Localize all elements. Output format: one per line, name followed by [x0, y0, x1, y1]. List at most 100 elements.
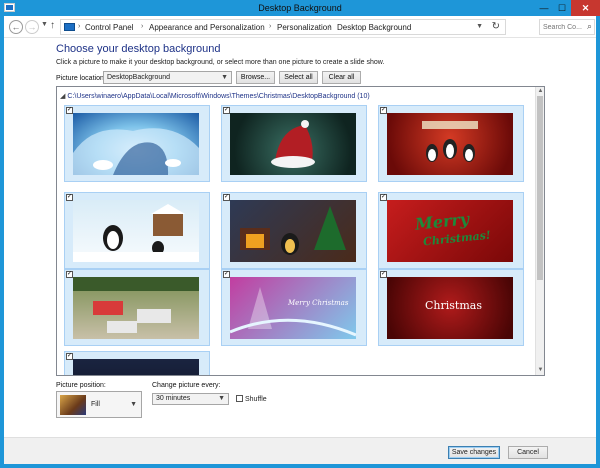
folder-group-header[interactable]: ◢ C:\Users\winaero\AppData\Local\Microsof… [60, 92, 370, 100]
wallpaper-thumbnail-tux-fireplace [230, 200, 356, 262]
tile-checkbox[interactable]: ✓ [380, 107, 387, 114]
search-icon[interactable]: ⌕ [587, 21, 592, 32]
recent-locations-chevron-icon[interactable]: ▼ [41, 21, 48, 28]
picture-location-value: DesktopBackground [107, 74, 171, 81]
wallpaper-thumbnail-tux-ice-cave [73, 113, 199, 175]
checkbox-box[interactable] [236, 395, 243, 402]
wallpaper-gallery[interactable]: ◢ C:\Users\winaero\AppData\Local\Microsof… [56, 86, 545, 376]
forward-arrow-icon[interactable]: → [25, 20, 39, 34]
breadcrumb-personalization[interactable]: Personalization [277, 23, 332, 32]
picture-position-dropdown[interactable]: Fill ▼ [56, 391, 142, 418]
wallpaper-thumbnail-merry-christmas-pink: Merry Christmas [230, 277, 356, 339]
wallpaper-thumbnail-partial [73, 359, 199, 375]
office-party-illustration [73, 277, 199, 333]
select-all-button[interactable]: Select all [279, 71, 318, 84]
change-interval-dropdown[interactable]: 30 minutes ▼ [152, 393, 229, 405]
tile-checkbox[interactable]: ✓ [223, 107, 230, 114]
wallpaper-tile[interactable]: ✓ [221, 105, 367, 182]
breadcrumb-desktop-background[interactable]: Desktop Background [337, 23, 411, 32]
address-bar[interactable]: › Control Panel › Appearance and Persona… [60, 19, 506, 35]
breadcrumb-separator[interactable]: › [269, 23, 271, 30]
wallpaper-tile[interactable]: ✓ [64, 192, 210, 269]
tile-checkbox[interactable]: ✓ [223, 194, 230, 201]
wallpaper-thumbnail-tux-office-party [73, 277, 199, 339]
tile-checkbox[interactable]: ✓ [66, 107, 73, 114]
folder-path: C:\Users\winaero\AppData\Local\Microsoft… [67, 93, 370, 100]
picture-position-label: Picture position: [56, 382, 106, 389]
breadcrumb-appearance[interactable]: Appearance and Personalization [149, 23, 265, 32]
chevron-down-icon: ▼ [130, 401, 137, 408]
up-arrow-icon[interactable]: ↑ [50, 20, 55, 31]
picture-location-label: Picture location: [56, 75, 106, 82]
wallpaper-thumbnail-santa-hat [230, 113, 356, 175]
chevron-down-icon: ▼ [221, 74, 228, 81]
scrollbar-thumb[interactable] [537, 96, 543, 280]
chevron-down-icon: ▼ [218, 395, 225, 402]
shuffle-label: Shuffle [245, 396, 267, 403]
penguins-illustration [422, 121, 478, 162]
browse-button[interactable]: Browse... [236, 71, 275, 84]
wallpaper-thumbnail-tux-snowman [73, 200, 199, 262]
wallpaper-tile[interactable]: ✓ [64, 105, 210, 182]
search-input[interactable] [543, 22, 583, 33]
wallpaper-tile[interactable]: ✓ [64, 269, 210, 346]
breadcrumb-separator[interactable]: › [329, 23, 331, 30]
wallpaper-tile[interactable]: ✓ [64, 351, 210, 375]
window-frame-bottom [0, 464, 600, 468]
merry-christmas-text: Merry Christmas [288, 299, 349, 307]
merry-text: Merry [414, 209, 470, 234]
tile-checkbox[interactable]: ✓ [380, 194, 387, 201]
tile-checkbox[interactable]: ✓ [380, 271, 387, 278]
change-picture-label: Change picture every: [152, 382, 221, 389]
wallpaper-thumbnail-penguins-red [387, 113, 513, 175]
page-title: Choose your desktop background [56, 43, 221, 55]
tile-checkbox[interactable]: ✓ [66, 353, 73, 360]
clear-all-button[interactable]: Clear all [322, 71, 361, 84]
christmas-title-text: Christmas [425, 299, 482, 312]
save-changes-button[interactable]: Save changes [448, 446, 500, 459]
picture-position-value: Fill [91, 401, 100, 408]
tile-checkbox[interactable]: ✓ [66, 271, 73, 278]
picture-location-dropdown[interactable]: DesktopBackground ▼ [103, 71, 232, 84]
control-panel-icon [64, 23, 75, 31]
window-title: Desktop Background [258, 3, 342, 13]
position-preview-image [60, 395, 86, 415]
wallpaper-tile[interactable]: ✓ [378, 105, 524, 182]
search-box[interactable]: ⌕ [539, 19, 595, 35]
tile-checkbox[interactable]: ✓ [223, 271, 230, 278]
breadcrumb-separator[interactable]: › [78, 23, 80, 30]
fireplace-illustration [240, 206, 346, 255]
window-frame-left [0, 16, 4, 468]
breadcrumb-separator[interactable]: › [141, 23, 143, 30]
wallpaper-thumbnail-christmas-dark-red: Christmas [387, 277, 513, 339]
scroll-down-icon[interactable]: ▼ [536, 366, 544, 375]
tile-checkbox[interactable]: ✓ [66, 194, 73, 201]
collapse-triangle-icon[interactable]: ◢ [60, 93, 65, 100]
instruction-text: Click a picture to make it your desktop … [56, 59, 385, 66]
ice-cave-illustration [73, 128, 199, 175]
back-arrow-icon[interactable]: ← [9, 20, 23, 34]
pink-tree-illustration [230, 287, 356, 337]
santa-hat-illustration [271, 120, 315, 168]
tux-snowman-illustration [73, 204, 199, 262]
minimize-button[interactable]: — [535, 0, 553, 16]
gallery-scrollbar[interactable]: ▲ ▼ [535, 87, 544, 375]
address-dropdown-chevron-icon[interactable]: ▼ [476, 23, 483, 30]
wallpaper-tile[interactable]: ✓ Merry Christmas! [378, 192, 524, 269]
wallpaper-tile[interactable]: ✓ Merry Christmas [221, 269, 367, 346]
wallpaper-thumbnail-merry-christmas-red: Merry Christmas! [387, 200, 513, 262]
wallpaper-tile[interactable]: ✓ Christmas [378, 269, 524, 346]
title-bar[interactable]: Desktop Background — ☐ ✕ [0, 0, 600, 16]
navigation-bar: ← → ▼ ↑ › Control Panel › Appearance and… [4, 16, 596, 38]
refresh-icon[interactable]: ↻ [492, 21, 500, 32]
maximize-button[interactable]: ☐ [553, 0, 571, 16]
dialog-footer: Save changes Cancel [4, 437, 596, 464]
shuffle-checkbox[interactable]: Shuffle [236, 395, 267, 403]
close-button[interactable]: ✕ [571, 0, 600, 16]
interval-value: 30 minutes [156, 395, 191, 402]
scroll-up-icon[interactable]: ▲ [536, 87, 544, 96]
window-frame-right [596, 16, 600, 468]
breadcrumb-control-panel[interactable]: Control Panel [85, 23, 133, 32]
wallpaper-tile[interactable]: ✓ [221, 192, 367, 269]
cancel-button[interactable]: Cancel [508, 446, 548, 459]
